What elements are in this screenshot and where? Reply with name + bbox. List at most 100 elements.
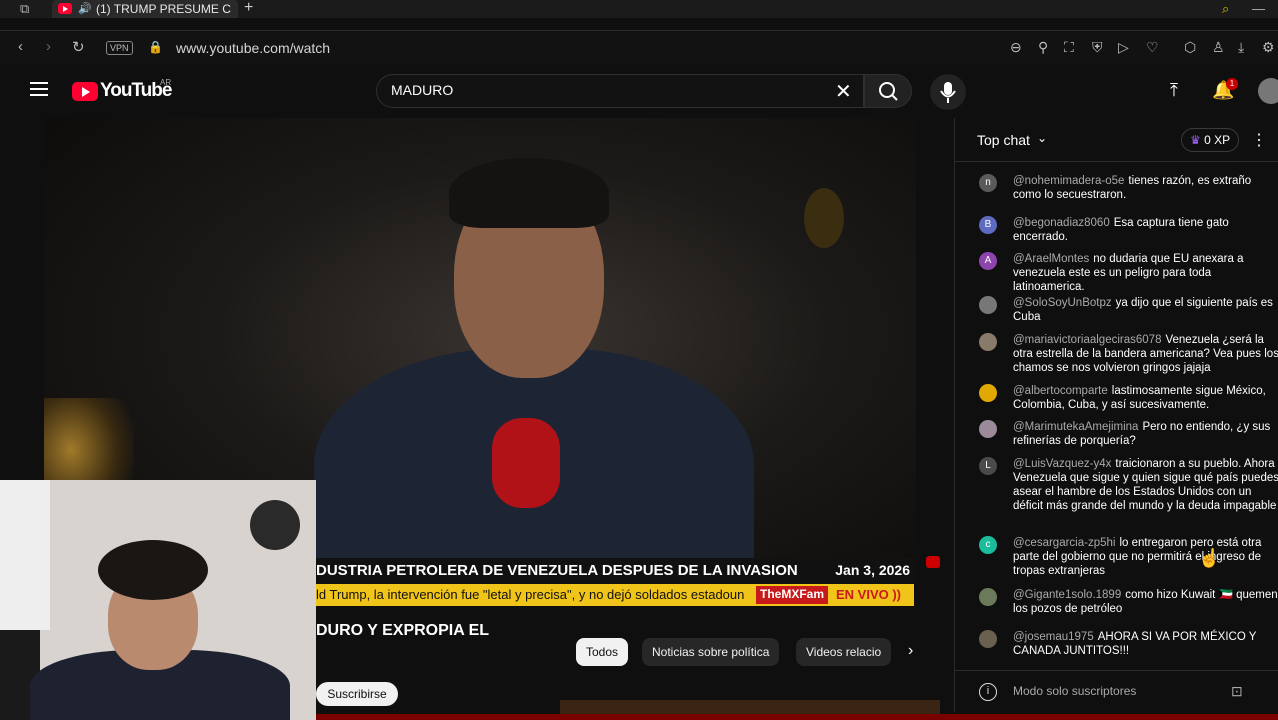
chat-message-body: @nohemimadera-o5e tienes razón, es extrañ… — [1013, 174, 1278, 202]
reload-icon[interactable]: ↻ — [72, 38, 85, 56]
chevron-down-icon[interactable]: ⌄ — [1037, 131, 1047, 145]
microphone — [492, 418, 560, 508]
chat-footer: i Modo solo suscriptores ⊡ — [955, 670, 1278, 712]
chip-todos[interactable]: Todos — [576, 638, 629, 666]
avatar[interactable] — [979, 296, 997, 314]
info-icon[interactable]: i — [979, 683, 997, 701]
avatar[interactable]: B — [979, 216, 997, 234]
mic-icon — [940, 82, 956, 103]
search-tabs-icon[interactable]: ⌕ — [1222, 1, 1229, 17]
search-button[interactable] — [864, 74, 912, 108]
notification-badge: 1 — [1226, 78, 1238, 90]
more-options-icon[interactable]: ⋮ — [1251, 130, 1267, 150]
chat-message-body: @AraelMontes no dudaria que EU anexara a … — [1013, 252, 1278, 294]
heart-icon[interactable]: ♡ — [1146, 39, 1159, 56]
news-ticker-subline: ld Trump, la intervención fue "letal y p… — [316, 584, 914, 606]
window-menu-icon[interactable]: ⧉ — [20, 1, 29, 17]
chat-author[interactable]: @AraelMontes — [1013, 253, 1089, 265]
xp-badge[interactable]: ♛ 0 XP — [1181, 128, 1240, 152]
extensions-icon[interactable]: ⬡ — [1184, 39, 1196, 56]
youtube-logo-icon[interactable] — [72, 82, 98, 101]
lock-icon[interactable]: 🔒 — [148, 40, 163, 54]
avatar[interactable] — [979, 588, 997, 606]
chat-author[interactable]: @begonadiaz8060 — [1013, 217, 1110, 229]
webcam-window-light — [0, 480, 50, 630]
webcam-mask-decoration — [250, 500, 300, 550]
chat-author[interactable]: @MarimutekaAmejimina — [1013, 421, 1138, 433]
chevron-right-icon[interactable]: › — [908, 642, 913, 660]
search-input[interactable] — [391, 82, 811, 98]
chat-message-body: @SoloSoyUnBotpz ya dijo que el siguiente … — [1013, 296, 1278, 324]
region-code: AR — [160, 78, 172, 87]
search-icon — [879, 82, 898, 101]
avatar[interactable] — [979, 333, 997, 351]
chat-author[interactable]: @Gigante1solo.1899 — [1013, 589, 1121, 601]
chat-author[interactable]: @SoloSoyUnBotpz — [1013, 297, 1112, 309]
video-title: DURO Y EXPROPIA EL — [316, 622, 490, 639]
mouse-cursor-icon: ☝ — [1198, 548, 1221, 568]
avatar[interactable]: A — [979, 252, 997, 270]
ticker-date: Jan 3, 2026 — [835, 562, 910, 578]
chat-author[interactable]: @cesargarcia-zp5hi — [1013, 537, 1115, 549]
subscribers-only-notice: Modo solo suscriptores — [1013, 684, 1137, 698]
webcam-overlay — [0, 480, 316, 720]
browser-tab-strip: ⧉ 🔊 (1) TRUMP PRESUME C + ⌕ — — [0, 0, 1278, 18]
chip-related[interactable]: Videos relacio — [796, 638, 892, 666]
chat-author[interactable]: @mariavictoriaalgeciras6078 — [1013, 334, 1161, 346]
chat-author[interactable]: @nohemimadera-o5e — [1013, 175, 1124, 187]
url-field[interactable]: www.youtube.com/watch — [176, 40, 330, 56]
ticker-subline-text: ld Trump, la intervención fue "letal y p… — [316, 587, 745, 602]
forward-arrow-icon[interactable]: › — [46, 38, 51, 55]
live-chat-panel: Top chat ⌄ ♛ 0 XP ⋮ n @nohemimadera-o5e ti… — [954, 118, 1278, 712]
avatar[interactable] — [979, 420, 997, 438]
new-tab-button[interactable]: + — [244, 0, 253, 17]
chat-author[interactable]: @LuisVazquez-y4x — [1013, 458, 1111, 470]
avatar[interactable]: c — [979, 536, 997, 554]
browser-tab[interactable]: 🔊 (1) TRUMP PRESUME C — [52, 0, 238, 18]
avatar[interactable] — [979, 384, 997, 402]
subscribe-button[interactable]: Suscribirse — [316, 682, 398, 706]
zoom-out-icon[interactable]: ⊖ — [1010, 39, 1022, 56]
voice-search-button[interactable] — [930, 74, 966, 110]
back-arrow-icon[interactable]: ‹ — [18, 38, 23, 55]
presenter-hair — [449, 158, 609, 228]
xp-value: 0 XP — [1204, 133, 1231, 147]
upload-icon[interactable]: ⤒ — [1170, 80, 1178, 101]
profile-icon[interactable]: ♙ — [1212, 39, 1225, 56]
crown-icon: ♛ — [1190, 133, 1201, 147]
chat-mode-selector[interactable]: Top chat — [977, 132, 1030, 148]
avatar[interactable] — [1258, 78, 1278, 104]
chat-message-body: @cesargarcia-zp5hi lo entregaron pero est… — [1013, 536, 1278, 578]
emoji-icon[interactable]: ⊡ — [1231, 683, 1243, 700]
tab-title: (1) TRUMP PRESUME C — [96, 2, 231, 16]
avatar[interactable]: L — [979, 457, 997, 475]
youtube-header: YouTube AR ✕ ⤒ 🔔 1 — [0, 66, 1278, 118]
chat-message-body: @albertocomparte lastimosamente sigue Méx… — [1013, 384, 1278, 412]
chat-message-body: @MarimutekaAmejimina Pero no entiendo, ¿y… — [1013, 420, 1278, 448]
vpn-badge[interactable]: VPN — [106, 41, 133, 55]
speaker-icon[interactable]: 🔊 — [78, 0, 92, 18]
chat-message-body: @josemau1975 AHORA SI VA POR MÉXICO Y CAN… — [1013, 630, 1278, 658]
screenshot-icon[interactable]: ⛶ — [1064, 39, 1074, 56]
live-indicator-icon — [926, 556, 940, 568]
live-tag: EN VIVO )) — [836, 587, 902, 602]
download-icon[interactable]: ⤓ — [1238, 39, 1244, 56]
pin-icon[interactable]: ⚲ — [1038, 39, 1048, 56]
send-icon[interactable]: ▷ — [1118, 39, 1129, 56]
minimize-icon[interactable]: — — [1252, 1, 1265, 16]
speaker-background — [804, 188, 844, 248]
shield-icon[interactable]: ⛨ — [1092, 39, 1103, 56]
brand-tag: TheMXFam — [756, 586, 829, 604]
news-ticker-headline: DUSTRIA PETROLERA DE VENEZUELA DESPUES D… — [316, 558, 916, 584]
chip-politics[interactable]: Noticias sobre política — [642, 638, 780, 666]
avatar[interactable] — [979, 630, 997, 648]
avatar[interactable]: n — [979, 174, 997, 192]
menu-icon[interactable] — [30, 82, 48, 96]
chat-author[interactable]: @albertocomparte — [1013, 385, 1108, 397]
settings-icon[interactable]: ⚙ — [1262, 39, 1275, 56]
ticker-headline-text: DUSTRIA PETROLERA DE VENEZUELA DESPUES D… — [316, 562, 798, 579]
webcam-person-hair — [98, 540, 208, 600]
chat-message-body: @mariavictoriaalgeciras6078 Venezuela ¿se… — [1013, 333, 1278, 375]
clear-search-icon[interactable]: ✕ — [835, 79, 852, 104]
chat-author[interactable]: @josemau1975 — [1013, 631, 1094, 643]
